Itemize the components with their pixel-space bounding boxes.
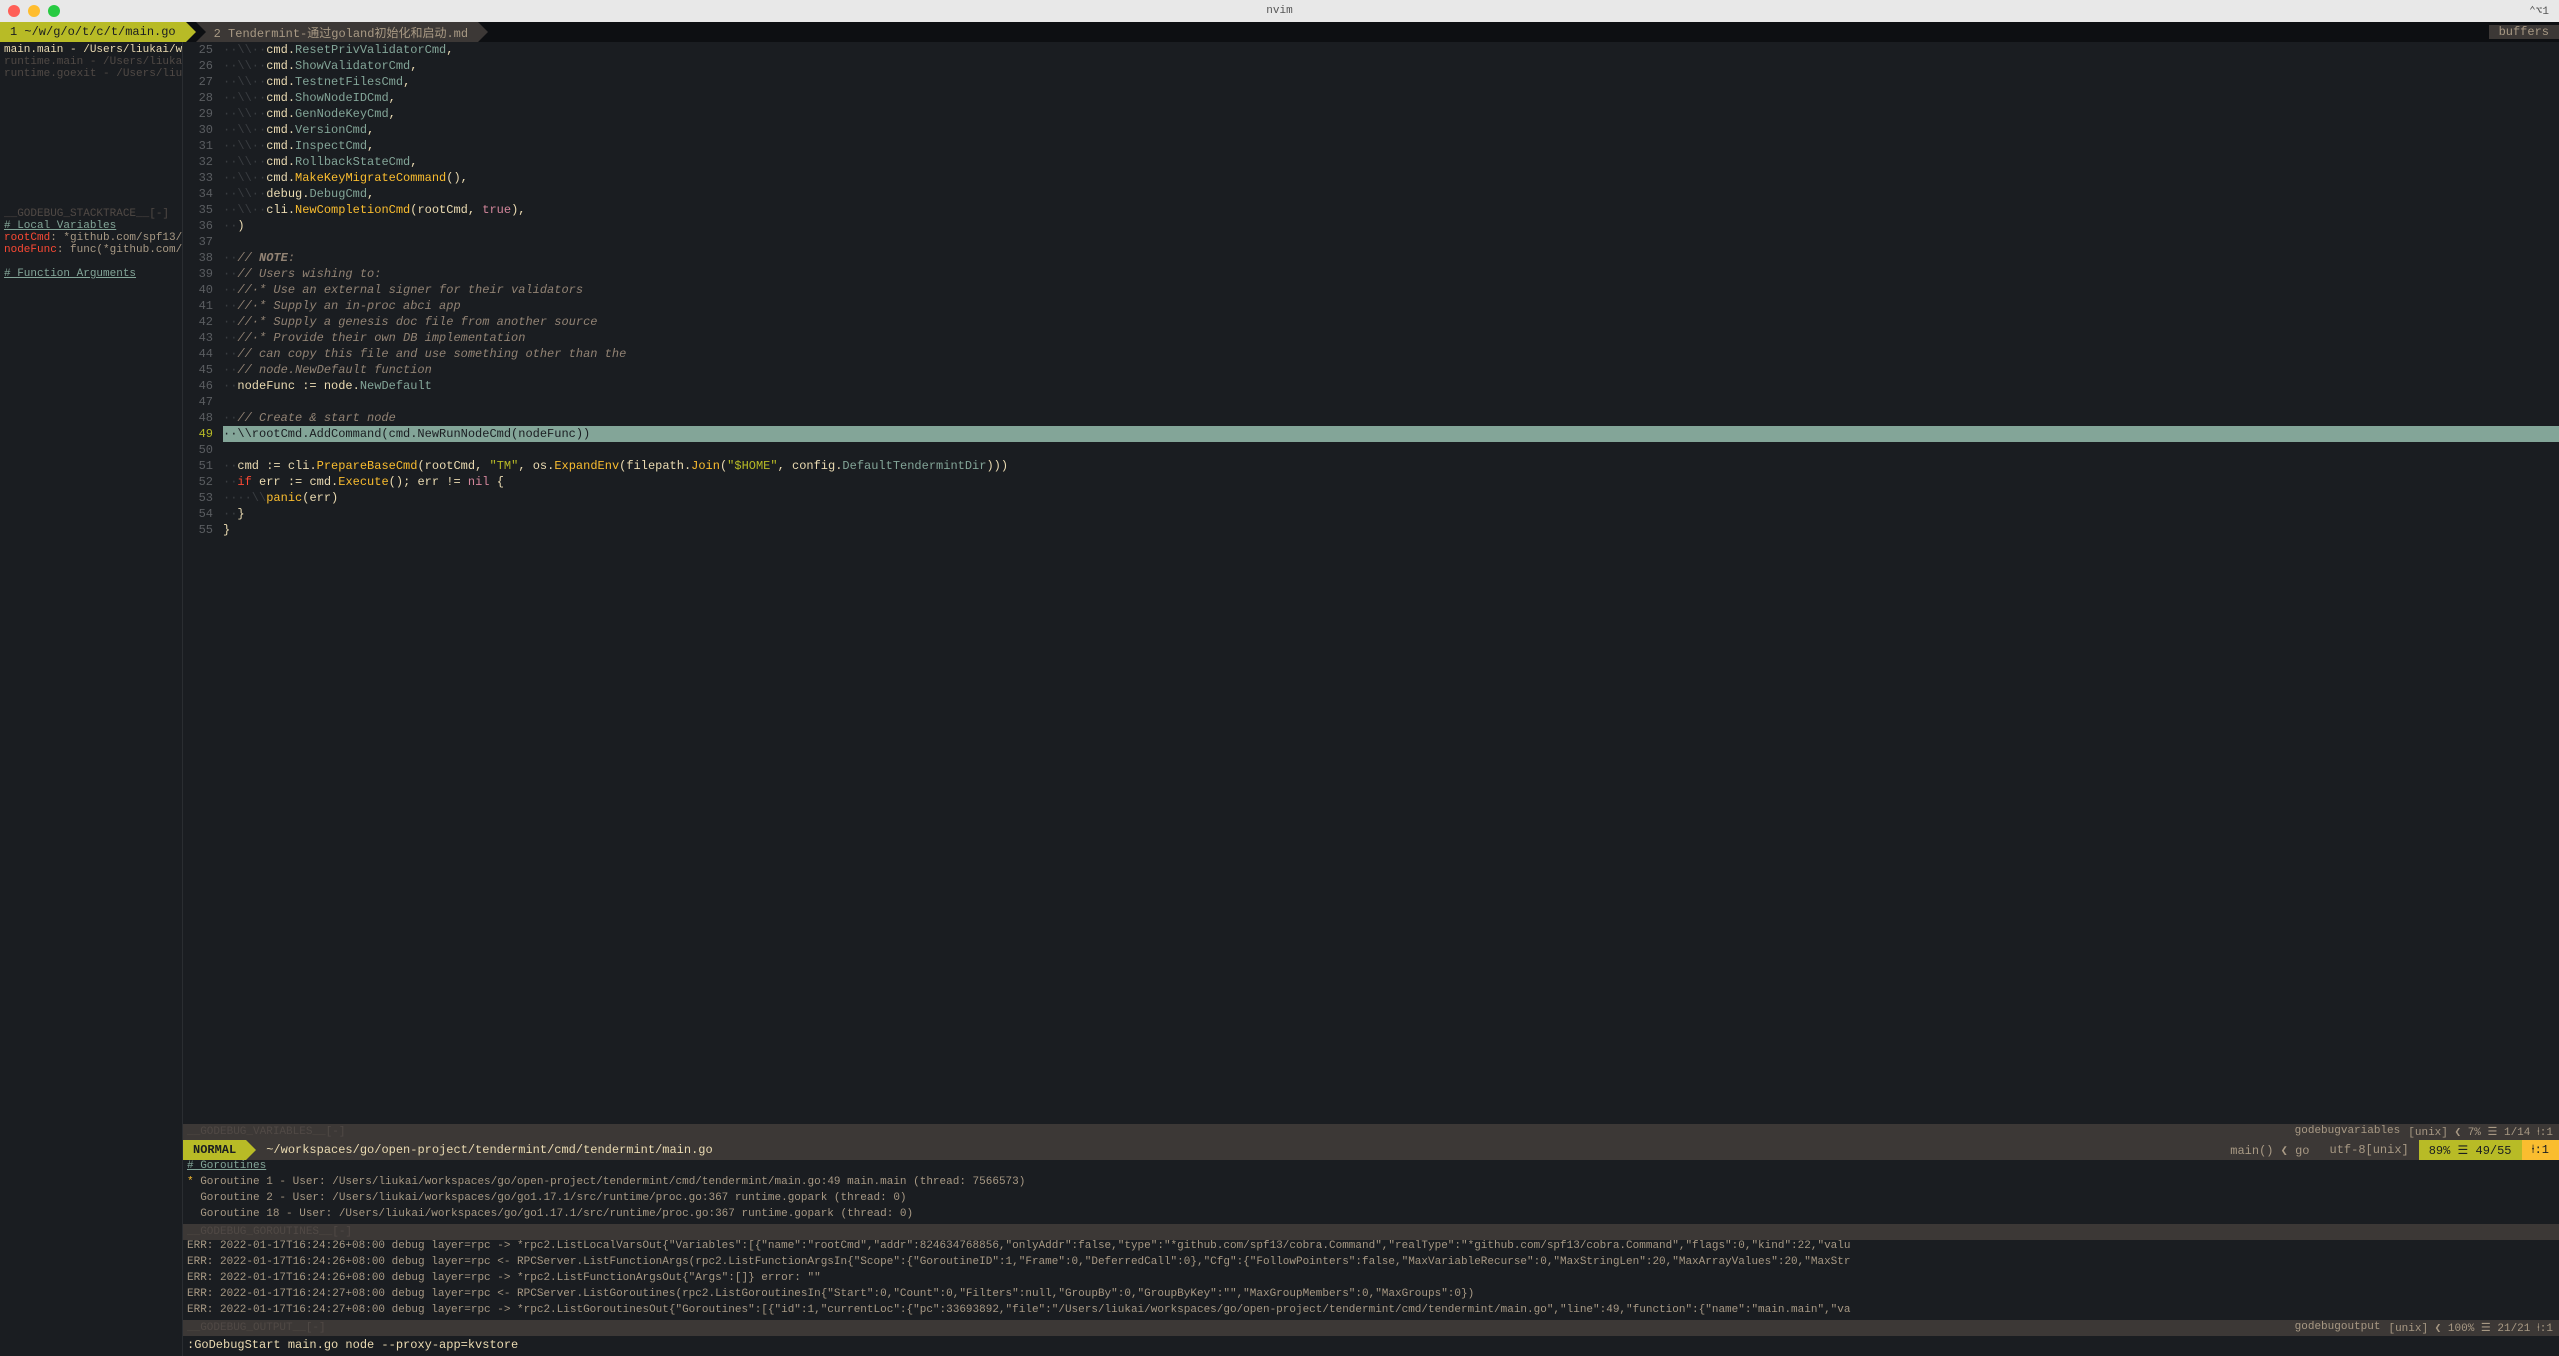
code-line[interactable]: 29··\\··cmd.GenNodeKeyCmd,	[183, 106, 2559, 122]
code-line[interactable]: 32··\\··cmd.RollbackStateCmd,	[183, 154, 2559, 170]
code-line[interactable]: 46··nodeFunc := node.NewDefault	[183, 378, 2559, 394]
code-line[interactable]: 48··// Create & start node	[183, 410, 2559, 426]
code-line[interactable]: 36··)	[183, 218, 2559, 234]
output-filename: godebugoutput	[2295, 1321, 2381, 1335]
tab-tendermint-md[interactable]: 2 Tendermint-通过goland初始化和启动.md	[196, 22, 478, 42]
code-line[interactable]: 39··// Users wishing to:	[183, 266, 2559, 282]
stack-frame[interactable]: runtime.main - /Users/liuka	[4, 56, 178, 68]
code-line[interactable]: 37	[183, 234, 2559, 250]
stack-frame[interactable]: main.main - /Users/liukai/w	[4, 44, 178, 56]
debug-output-line: ERR: 2022-01-17T16:24:27+08:00 debug lay…	[183, 1288, 2559, 1304]
function-arguments-header: # Function Arguments	[4, 268, 178, 280]
code-line[interactable]: 35··\\··cli.NewCompletionCmd(rootCmd, tr…	[183, 202, 2559, 218]
debug-output-pane[interactable]: ERR: 2022-01-17T16:24:26+08:00 debug lay…	[183, 1240, 2559, 1336]
goroutine-entry[interactable]: Goroutine 2 - User: /Users/liukai/worksp…	[183, 1192, 2559, 1208]
debug-variable[interactable]: rootCmd: *github.com/spf13/	[4, 232, 178, 244]
cursor-position: 89% ☰ 49/55	[2419, 1140, 2522, 1160]
code-line[interactable]: 28··\\··cmd.ShowNodeIDCmd,	[183, 90, 2559, 106]
goroutines-pane[interactable]: # Goroutines * Goroutine 1 - User: /User…	[183, 1160, 2559, 1240]
titlebar-hint: ⌃⌥1	[2529, 4, 2549, 18]
goroutine-entry[interactable]: * Goroutine 1 - User: /Users/liukai/work…	[183, 1176, 2559, 1192]
code-line[interactable]: 51··cmd := cli.PrepareBaseCmd(rootCmd, "…	[183, 458, 2559, 474]
code-line[interactable]: 41··//·* Supply an in-proc abci app	[183, 298, 2559, 314]
code-line[interactable]: 50	[183, 442, 2559, 458]
function-context: main() ❮ go	[2220, 1140, 2319, 1160]
code-line[interactable]: 31··\\··cmd.InspectCmd,	[183, 138, 2559, 154]
code-line[interactable]: 54··}	[183, 506, 2559, 522]
debug-output-line: ERR: 2022-01-17T16:24:26+08:00 debug lay…	[183, 1272, 2559, 1288]
buffers-indicator[interactable]: buffers	[2489, 25, 2559, 39]
tab-label: 1 ~/w/g/o/t/c/t/main.go	[10, 25, 176, 39]
code-line[interactable]: 33··\\··cmd.MakeKeyMigrateCommand(),	[183, 170, 2559, 186]
code-line[interactable]: 38··// NOTE:	[183, 250, 2559, 266]
goroutines-footer: __GODEBUG_GOROUTINES__[-]	[183, 1226, 352, 1238]
code-line[interactable]: 25··\\··cmd.ResetPrivValidatorCmd,	[183, 42, 2559, 58]
tab-main-go[interactable]: 1 ~/w/g/o/t/c/t/main.go	[0, 22, 186, 42]
debug-variable[interactable]: nodeFunc: func(*github.com/	[4, 244, 178, 256]
vim-mode-indicator: NORMAL	[183, 1140, 246, 1160]
window-close-button[interactable]	[8, 5, 20, 17]
code-line[interactable]: 26··\\··cmd.ShowValidatorCmd,	[183, 58, 2559, 74]
code-line[interactable]: 47	[183, 394, 2559, 410]
code-line[interactable]: 40··//·* Use an external signer for thei…	[183, 282, 2559, 298]
stack-frame[interactable]: runtime.goexit - /Users/liu	[4, 68, 178, 80]
cursor-column: ⍿:1	[2522, 1140, 2559, 1160]
code-line[interactable]: 43··//·* Provide their own DB implementa…	[183, 330, 2559, 346]
window-title: nvim	[1266, 5, 1292, 17]
goroutine-entry[interactable]: Goroutine 18 - User: /Users/liukai/works…	[183, 1208, 2559, 1224]
stacktrace-header: __GODEBUG_STACKTRACE__[-]	[4, 208, 178, 220]
code-line[interactable]: 34··\\··debug.DebugCmd,	[183, 186, 2559, 202]
debug-output-line: ERR: 2022-01-17T16:24:27+08:00 debug lay…	[183, 1304, 2559, 1320]
code-line[interactable]: 44··// can copy this file and use someth…	[183, 346, 2559, 362]
window-minimize-button[interactable]	[28, 5, 40, 17]
code-line[interactable]: 30··\\··cmd.VersionCmd,	[183, 122, 2559, 138]
output-footer: __GODEBUG_OUTPUT__[-]	[183, 1322, 326, 1334]
file-encoding: utf-8[unix]	[2320, 1140, 2419, 1160]
tab-bar: 1 ~/w/g/o/t/c/t/main.go 2 Tendermint-通过g…	[0, 22, 2559, 42]
debug-output-line: ERR: 2022-01-17T16:24:26+08:00 debug lay…	[183, 1256, 2559, 1272]
code-line[interactable]: 49··\\rootCmd.AddCommand(cmd.NewRunNodeC…	[183, 426, 2559, 442]
window-maximize-button[interactable]	[48, 5, 60, 17]
goroutines-header: # Goroutines	[183, 1160, 2559, 1176]
code-line[interactable]: 27··\\··cmd.TestnetFilesCmd,	[183, 74, 2559, 90]
debug-sidebar: main.main - /Users/liukai/wruntime.main …	[0, 42, 183, 1356]
file-path: ~/workspaces/go/open-project/tendermint/…	[246, 1143, 722, 1157]
output-position: [unix] ❮ 100% ☰ 21/21 ⍿:1	[2388, 1321, 2553, 1335]
debug-vars-filename: godebugvariables	[2295, 1125, 2401, 1139]
debug-variables-statusline: __GODEBUG_VARIABLES__[-] godebugvariable…	[183, 1124, 2559, 1140]
code-line[interactable]: 45··// node.NewDefault function	[183, 362, 2559, 378]
local-variables-header: # Local Variables	[4, 220, 178, 232]
debug-vars-position: [unix] ❮ 7% ☰ 1/14 ⍿:1	[2408, 1125, 2553, 1139]
debug-variables-header: __GODEBUG_VARIABLES__[-]	[183, 1126, 345, 1138]
code-editor[interactable]: 25··\\··cmd.ResetPrivValidatorCmd,26··\\…	[183, 42, 2559, 1124]
vim-command-line[interactable]: :GoDebugStart main.go node --proxy-app=k…	[183, 1336, 2559, 1356]
macos-titlebar: nvim ⌃⌥1	[0, 0, 2559, 22]
debug-output-line: ERR: 2022-01-17T16:24:26+08:00 debug lay…	[183, 1240, 2559, 1256]
code-line[interactable]: 53····\\panic(err)	[183, 490, 2559, 506]
code-line[interactable]: 42··//·* Supply a genesis doc file from …	[183, 314, 2559, 330]
code-line[interactable]: 55}	[183, 522, 2559, 538]
main-statusline: NORMAL ~/workspaces/go/open-project/tend…	[183, 1140, 2559, 1160]
code-line[interactable]: 52··if err := cmd.Execute(); err != nil …	[183, 474, 2559, 490]
tab-label: 2 Tendermint-通过goland初始化和启动.md	[214, 24, 468, 41]
